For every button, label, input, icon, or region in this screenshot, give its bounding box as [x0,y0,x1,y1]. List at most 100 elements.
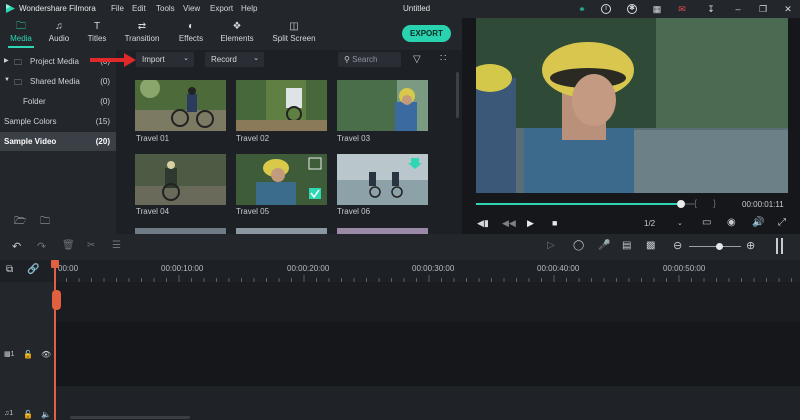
play-icon[interactable]: ▶ [527,218,534,229]
playhead[interactable] [54,260,56,420]
expand-arrow-icon[interactable]: ▶ [4,57,9,64]
zoom-slider-handle[interactable] [716,243,723,250]
clip-thumbnail-travel-06[interactable] [337,154,428,205]
document-title: Untitled [403,4,431,13]
link-icon[interactable]: 🔗 [27,264,39,275]
close-icon[interactable]: ✕ [782,3,794,15]
preview-progress-bar[interactable] [476,203,682,205]
menu-tools[interactable]: Tools [156,4,175,13]
text-icon: T [93,21,101,32]
clip-thumbnail-travel-02[interactable] [236,80,327,131]
ruler-label: 00:00:50:00 [663,264,706,273]
playhead-handle[interactable] [51,260,59,268]
new-folder-icon[interactable]: 🗁 [14,214,26,231]
render-icon[interactable]: ▷ [547,240,555,251]
voiceover-icon[interactable]: ▤ [622,240,631,251]
captions-icon[interactable]: ▩ [646,240,655,251]
tab-media[interactable]: 🗀 Media [4,20,38,48]
eye-icon[interactable]: 👁 [41,350,51,359]
stop-icon[interactable]: ■ [552,218,557,228]
adjust-icon[interactable]: ☰ [112,240,121,251]
tab-effects[interactable]: ◐ Effects [174,20,208,48]
timeline-zoom-slider[interactable] [689,246,741,247]
clip-thumbnail-travel-04[interactable] [135,154,226,205]
info-icon[interactable]: i [601,4,611,14]
menu-export[interactable]: Export [210,4,233,13]
tab-split-screen[interactable]: ◫ Split Screen [270,20,318,48]
snapshot-icon[interactable]: ◉ [727,217,736,228]
chevron-down-icon: ⌄ [253,55,259,62]
menu-help[interactable]: Help [241,4,257,13]
zoom-out-icon[interactable]: ⊖ [673,239,682,252]
clip-thumbnail-travel-05[interactable] [236,154,327,205]
expand-arrow-icon[interactable]: ▼ [4,77,10,83]
mail-icon[interactable]: ✉ [676,3,688,15]
playhead-flag[interactable] [52,290,61,310]
media-scrollbar[interactable] [456,72,459,118]
mark-in-icon[interactable]: { [694,198,697,208]
library-item-sample-colors[interactable]: Sample Colors (15) [0,112,116,130]
step-back-icon[interactable]: ◀▮ [477,218,489,229]
redo-icon[interactable]: ↷ [37,240,46,253]
preview-scrub-handle[interactable] [677,200,685,208]
menu-view[interactable]: View [183,4,200,13]
mark-out-icon[interactable]: } [713,198,716,208]
track-header-audio: ♫1 🔓 🔈 [0,386,54,420]
play-backward-icon[interactable]: ◀◀ [502,218,516,229]
download-icon[interactable]: ↧ [705,3,717,15]
volume-icon[interactable]: 🔊 [752,217,764,228]
clip-thumbnail-travel-03[interactable] [337,80,428,131]
search-input[interactable]: ⚲ Search [338,52,401,67]
import-dropdown[interactable]: Import ⌄ [136,52,194,67]
marker-icon[interactable]: ◯ [573,240,584,251]
speaker-icon[interactable]: 🔈 [41,410,51,419]
tab-audio[interactable]: ♫ Audio [44,20,74,48]
save-icon[interactable]: ▦ [651,3,663,15]
menu-file[interactable]: File [111,4,124,13]
tab-elements[interactable]: ❖ Elements [218,20,256,48]
undo-icon[interactable]: ↶ [12,240,21,253]
lightbulb-icon[interactable]: ✱ [627,4,637,14]
pause-icon[interactable] [776,238,783,254]
track-header-empty [0,282,54,322]
lock-icon[interactable]: 🔓 [23,410,33,419]
zoom-select[interactable]: 1/2 [644,219,655,228]
menu-edit[interactable]: Edit [132,4,146,13]
library-item-sample-video[interactable]: Sample Video (20) [0,132,116,151]
minimize-icon[interactable]: – [732,3,744,15]
export-button[interactable]: EXPORT [402,25,451,42]
library-item-shared-media[interactable]: ▼ 🗀 Shared Media (0) [0,72,116,90]
fullscreen-icon[interactable]: ⤢ [778,217,786,228]
media-library-panel: ▶ 🗀 Project Media (0) ▼ 🗀 Shared Media (… [0,50,116,234]
clip-label: Travel 06 [337,207,371,216]
lock-icon[interactable]: 🔓 [23,350,33,359]
grid-view-icon[interactable]: ∷ [440,53,446,64]
clip-label: Travel 04 [136,207,170,216]
record-dropdown[interactable]: Record ⌄ [205,52,264,67]
ruler-label: 00:00:10:00 [161,264,204,273]
timeline-toolbar: ↶ ↷ 🗑 ✂ ☰ ▷ ◯ 🎤 ▤ ▩ ⊖ ⊕ [0,234,800,260]
zoom-in-icon[interactable]: ⊕ [746,239,755,252]
audio-track-lane[interactable] [54,386,800,420]
filter-icon[interactable]: ▽ [413,54,421,65]
tab-titles[interactable]: T Titles [82,20,112,48]
folder-icon: 🗀 [14,78,22,87]
display-icon[interactable]: ▭ [702,217,711,228]
timeline-ruler[interactable]: ⧉ 🔗 00:00 00:00:10:00 00:00:20:00 00:00:… [0,260,800,282]
video-track-icon: ▩1 [4,351,15,358]
clip-thumbnail-travel-01[interactable] [135,80,226,131]
chevron-down-icon[interactable]: ⌄ [677,219,683,227]
library-item-folder[interactable]: Folder (0) [0,92,116,110]
folder-icon[interactable]: 🗀 [40,214,50,231]
transition-icon: ⇄ [137,21,147,32]
microphone-icon[interactable]: 🎤 [598,240,610,251]
headset-icon[interactable]: ⚭ [576,3,588,15]
tab-transition[interactable]: ⇄ Transition [122,20,162,48]
timeline-scrollbar[interactable] [70,416,190,419]
cut-icon[interactable]: ✂ [87,240,95,251]
add-track-icon[interactable]: ⧉ [6,264,13,275]
delete-icon[interactable]: 🗑 [62,240,75,251]
clip-label: Travel 01 [136,134,170,143]
restore-icon[interactable]: ❐ [757,3,769,15]
video-track-lane[interactable] [54,322,800,386]
